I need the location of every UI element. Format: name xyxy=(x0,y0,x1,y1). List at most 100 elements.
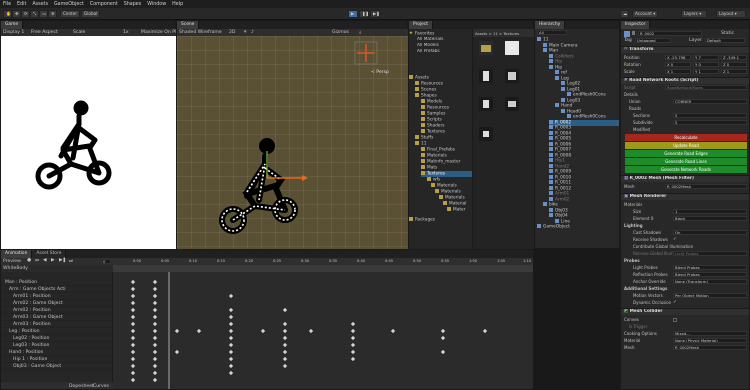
thumb-texture[interactable] xyxy=(505,69,519,83)
step-button[interactable]: ▶❚ xyxy=(370,10,380,18)
light-icon[interactable]: ☀ xyxy=(243,30,247,35)
generate-road-lines-button[interactable]: Generate Road Lines xyxy=(625,158,747,165)
reflection-probes-dropdown[interactable]: Blend Probes xyxy=(673,272,747,277)
object-name-field[interactable]: R_0002 xyxy=(638,31,702,36)
scale-z[interactable]: Z 1 xyxy=(721,69,747,74)
event-track[interactable] xyxy=(113,265,533,272)
scale-tool-icon[interactable]: ⤡ xyxy=(30,10,39,18)
record-icon[interactable]: ● xyxy=(27,258,31,263)
first-key-icon[interactable]: ⏮ xyxy=(35,258,39,264)
menu-file[interactable]: File xyxy=(3,2,11,7)
scale-y[interactable]: Y 1 xyxy=(693,69,719,74)
space-toggle[interactable]: Global xyxy=(81,10,101,18)
pause-button[interactable]: ❚❚ xyxy=(359,10,369,18)
preview-toggle[interactable]: Preview xyxy=(3,259,21,264)
mesh-filter-header[interactable]: ▦ R_0002 Mesh (Mesh Filter) xyxy=(621,175,749,182)
collider-mesh-field[interactable]: R_0002Mesh xyxy=(673,345,747,350)
update-road-button[interactable]: Update Road xyxy=(625,142,747,149)
layers-dropdown[interactable]: Layers ▾ xyxy=(681,10,707,18)
dopesheet[interactable] xyxy=(113,272,533,389)
lighting-foldout[interactable]: Lighting xyxy=(624,223,643,229)
aspect-dropdown[interactable]: Free Aspect xyxy=(31,30,58,35)
packages-root[interactable]: Packages xyxy=(409,217,472,223)
position-x[interactable]: X -25.798 xyxy=(665,55,691,60)
scale-x[interactable]: X 1 xyxy=(665,69,691,74)
materials-foldout[interactable]: Materials xyxy=(624,202,642,208)
thumb-folder[interactable] xyxy=(479,41,493,55)
fav-all-prefabs[interactable]: All Prefabs xyxy=(417,49,472,55)
active-checkbox[interactable] xyxy=(632,31,635,35)
track-label[interactable]: Arm02 : Game Object xyxy=(13,301,63,306)
game-viewport[interactable] xyxy=(1,36,176,249)
play-button[interactable]: ▶ xyxy=(348,10,358,18)
thumb-texture[interactable] xyxy=(479,97,493,111)
size-field[interactable]: 1 xyxy=(673,209,747,214)
account-dropdown[interactable]: Account ▾ xyxy=(632,10,658,18)
track-label[interactable]: Arm03 : Game Object xyxy=(13,315,63,320)
menu-help[interactable]: Help xyxy=(172,2,183,7)
receive-gi-dropdown[interactable]: Light Probes xyxy=(673,251,747,256)
union-dropdown[interactable]: CORNER xyxy=(673,99,747,104)
additional-settings-foldout[interactable]: Additional Settings xyxy=(624,286,667,292)
layer-dropdown[interactable]: Default xyxy=(705,38,745,43)
menu-shapes[interactable]: Shapes xyxy=(124,2,142,7)
transform-header[interactable]: ⤧ Transform xyxy=(621,46,749,53)
mesh-collider-header[interactable]: ◩ Mesh Collider xyxy=(621,308,749,315)
subdivide-field[interactable]: 5 xyxy=(673,120,747,125)
rotate-tool-icon[interactable]: ⟳ xyxy=(21,10,30,18)
track-label[interactable]: Obj03 : Game Object xyxy=(13,364,61,369)
curves-tab[interactable]: Curves xyxy=(93,384,109,389)
thumb-texture[interactable] xyxy=(479,127,493,141)
roads-foldout[interactable]: Roads xyxy=(629,106,641,112)
mesh-renderer-header[interactable]: ▣ Mesh Renderer xyxy=(621,193,749,200)
play-anim-icon[interactable]: ▶ xyxy=(51,258,55,263)
tab-hierarchy[interactable]: Hierarchy xyxy=(535,21,566,29)
track-label[interactable]: Leg02 : Position xyxy=(13,336,49,341)
scene-viewport[interactable]: < Persp xyxy=(177,36,408,249)
scale-value[interactable]: 1x xyxy=(123,30,129,35)
convex-checkbox[interactable] xyxy=(673,318,677,322)
cooking-dropdown[interactable]: Mixed... xyxy=(673,331,747,336)
generate-road-edges-button[interactable]: Generate Road Edges xyxy=(625,150,747,157)
dopesheet-tab[interactable]: Dopesheet xyxy=(69,384,94,389)
menu-gameobject[interactable]: GameObject xyxy=(54,2,84,7)
menu-window[interactable]: Window xyxy=(147,2,166,7)
track-label[interactable]: Arm02 : Position xyxy=(13,308,51,313)
script-component-header[interactable]: # Road Network Roots (Script) xyxy=(621,77,749,84)
move-tool-icon[interactable]: ✥ xyxy=(12,10,21,18)
track-label[interactable]: Leg : Position xyxy=(9,329,40,334)
mesh-field[interactable]: R_0002Mesh xyxy=(665,184,747,189)
tab-asset-store[interactable]: Asset Store xyxy=(32,250,67,258)
position-y[interactable]: Y 7 xyxy=(693,55,719,60)
tab-animation[interactable]: Animation xyxy=(1,250,33,258)
next-key-icon[interactable]: ▶❚ xyxy=(59,258,66,263)
track-label[interactable]: Leg03 : Position xyxy=(13,343,49,348)
thumb-texture[interactable] xyxy=(479,69,493,83)
shading-dropdown[interactable]: Shaded Wireframe xyxy=(179,30,222,35)
rect-tool-icon[interactable]: ▭ xyxy=(39,10,48,18)
thumb-texture[interactable] xyxy=(505,97,519,111)
tab-game[interactable]: Game xyxy=(1,21,24,29)
pivot-toggle[interactable]: Center xyxy=(60,10,81,18)
track-label[interactable]: Hip 1 : Position xyxy=(13,357,47,362)
rotation-z[interactable]: Z 0 xyxy=(721,62,747,67)
menu-assets[interactable]: Assets xyxy=(32,2,48,7)
static-toggle[interactable]: Static xyxy=(721,31,734,36)
generate-network-roads-button[interactable]: Generate Network Roads xyxy=(625,166,747,173)
menu-component[interactable]: Component xyxy=(90,2,118,7)
track-label[interactable]: Hand : Position xyxy=(9,350,43,355)
thumb-texture[interactable] xyxy=(505,41,519,55)
track-label[interactable]: Man : Position xyxy=(5,280,37,285)
element-field[interactable]: Black xyxy=(673,216,747,221)
hierarchy-search[interactable]: All xyxy=(537,30,567,35)
physic-material-field[interactable]: None (Physic Material) xyxy=(673,338,747,343)
track-label[interactable]: Arm03 : Position xyxy=(13,322,51,327)
transform-tool-icon[interactable]: ⊕ xyxy=(48,10,57,18)
clip-dropdown[interactable]: WhiteBody xyxy=(3,266,28,271)
tab-scene[interactable]: Scene xyxy=(177,21,200,29)
dynamic-occlusion-checkbox[interactable]: ✓ xyxy=(673,300,677,305)
light-probes-dropdown[interactable]: Blend Probes xyxy=(673,265,747,270)
anchor-override-field[interactable]: None (Transform) xyxy=(673,279,747,284)
breadcrumb[interactable]: Assets > 11 > Textures xyxy=(475,31,519,36)
audio-icon[interactable]: ♪ xyxy=(251,30,254,35)
